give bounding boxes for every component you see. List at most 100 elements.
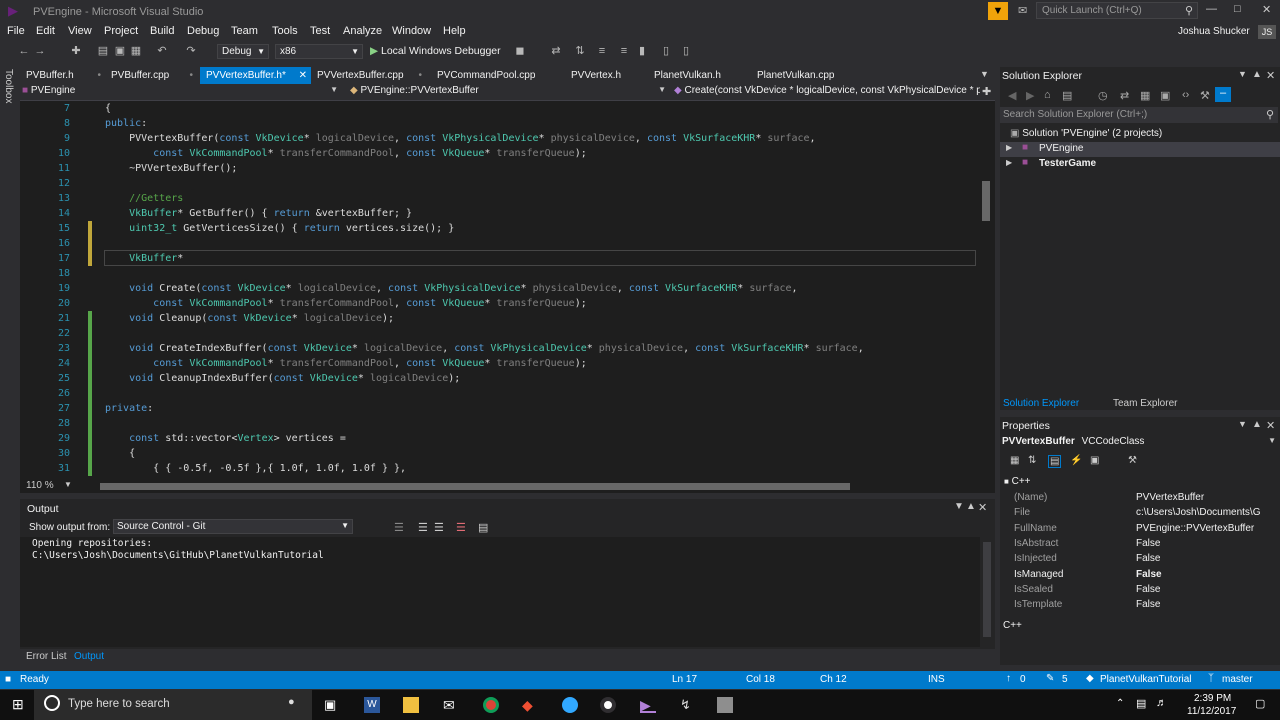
close-icon[interactable]: ✕ bbox=[299, 67, 307, 84]
collapse-icon[interactable]: ▦ bbox=[1140, 89, 1150, 102]
tab-output[interactable]: Output bbox=[74, 651, 104, 662]
properties-category[interactable]: ■ C++ bbox=[1004, 476, 1031, 487]
taskbar-time[interactable]: 2:39 PM bbox=[1194, 693, 1231, 704]
properties-object-select[interactable]: PVVertexBuffer VCCodeClass ▼ bbox=[1002, 436, 1278, 451]
microphone-icon[interactable]: ● bbox=[288, 696, 295, 708]
forward-icon[interactable]: → bbox=[34, 45, 46, 57]
pin-icon[interactable]: ▲ bbox=[966, 501, 976, 512]
network-icon[interactable]: ▤ bbox=[1136, 697, 1146, 710]
branch-icon[interactable]: ᛉ bbox=[1208, 673, 1214, 684]
close-icon[interactable]: ✕ bbox=[978, 501, 987, 514]
property-row[interactable]: FullName PVEngine::PVVertexBuffer bbox=[1014, 521, 1274, 536]
code-line[interactable]: 20 const VkCommandPool* transferCommandP… bbox=[20, 296, 980, 311]
code-line[interactable]: 29 const std::vector<Vertex> vertices = bbox=[20, 431, 980, 446]
comment-icon[interactable]: ≡ bbox=[596, 45, 608, 57]
menu-analyze[interactable]: Analyze bbox=[343, 25, 382, 37]
word-wrap-icon[interactable]: ▤ bbox=[478, 521, 488, 534]
uncomment-icon[interactable]: ≡ bbox=[618, 45, 630, 57]
changes-count[interactable]: 5 bbox=[1062, 674, 1068, 685]
property-row[interactable]: (Name) PVVertexBuffer bbox=[1014, 490, 1274, 505]
tab-error-list[interactable]: Error List bbox=[26, 651, 67, 662]
zoom-dropdown-icon[interactable]: ▼ bbox=[64, 480, 72, 489]
close-icon[interactable]: ✕ bbox=[1266, 419, 1275, 432]
code-editor[interactable]: 7{8 public: 9 PVVertexBuffer(const VkDevic… bbox=[20, 101, 995, 479]
horizontal-scrollbar[interactable] bbox=[80, 483, 960, 491]
sync-icon[interactable]: ⇄ bbox=[1120, 89, 1129, 102]
code-line[interactable]: 24 const VkCommandPool* transferCommandP… bbox=[20, 356, 980, 371]
visual-studio-icon[interactable]: ▶ bbox=[640, 697, 656, 713]
solution-node[interactable]: ▣ Solution 'PVEngine' (2 projects) bbox=[1010, 128, 1162, 139]
step-icon[interactable]: ⇄ bbox=[550, 45, 562, 57]
home-icon[interactable]: ⌂ bbox=[1044, 89, 1051, 101]
code-line[interactable]: 10 const VkCommandPool* transferCommandP… bbox=[20, 146, 980, 161]
vertical-scrollbar[interactable] bbox=[978, 101, 995, 479]
property-row[interactable]: IsTemplate False bbox=[1014, 597, 1274, 612]
member-dropdown[interactable]: ◆ Create(const VkDevice * logicalDevice,… bbox=[674, 85, 980, 99]
preview-icon[interactable]: – bbox=[1215, 87, 1231, 102]
code-line[interactable]: 30 { bbox=[20, 446, 980, 461]
code-line[interactable]: 23 void CreateIndexBuffer(const VkDevice… bbox=[20, 341, 980, 356]
code-line[interactable]: 14 VkBuffer* GetBuffer() { return &verte… bbox=[20, 206, 980, 221]
bookmark-prev-icon[interactable]: ▯ bbox=[660, 45, 672, 57]
feedback-icon[interactable]: ✉ bbox=[1018, 4, 1027, 17]
branch-name[interactable]: master bbox=[1222, 674, 1253, 685]
property-row[interactable]: IsManaged False bbox=[1014, 567, 1274, 582]
code-line[interactable]: 9 PVVertexBuffer(const VkDevice* logical… bbox=[20, 131, 980, 146]
scrollbar-thumb[interactable] bbox=[100, 483, 850, 490]
pin-icon[interactable]: ▲ bbox=[1252, 69, 1262, 80]
close-button[interactable]: ✕ bbox=[1262, 3, 1271, 16]
categorized-icon[interactable]: ▦ bbox=[1010, 455, 1019, 466]
taskbar-search-box[interactable]: Type here to search ● bbox=[34, 690, 312, 720]
tab-planetvulkan-h[interactable]: PlanetVulkan.h bbox=[650, 67, 748, 84]
code-line[interactable]: 25 void CleanupIndexBuffer(const VkDevic… bbox=[20, 371, 980, 386]
repo-icon[interactable]: ◆ bbox=[1086, 673, 1094, 684]
window-position-icon[interactable]: ▼ bbox=[1238, 69, 1247, 79]
minimize-button[interactable]: — bbox=[1206, 3, 1217, 15]
tab-team-explorer[interactable]: Team Explorer bbox=[1113, 398, 1177, 409]
property-pages-icon[interactable]: ▣ bbox=[1090, 455, 1099, 466]
tab-pvvertexbuffer-h[interactable]: PVVertexBuffer.h* ✕ bbox=[200, 67, 311, 84]
scope-dropdown[interactable]: ◆ PVEngine::PVVertexBuffer ▼ bbox=[350, 85, 668, 99]
taskbar-date[interactable]: 11/12/2017 bbox=[1187, 706, 1236, 717]
back-icon[interactable]: ← bbox=[18, 45, 30, 57]
save-all-icon[interactable]: ▦ bbox=[130, 45, 142, 57]
pin-icon[interactable]: ▲ bbox=[1252, 419, 1262, 430]
publish-icon[interactable]: ↑ bbox=[1006, 673, 1011, 684]
chrome-icon[interactable] bbox=[483, 697, 499, 713]
code-line[interactable]: 15 uint32_t GetVerticesSize() { return v… bbox=[20, 221, 980, 236]
obs-icon[interactable] bbox=[600, 697, 616, 713]
menu-team[interactable]: Team bbox=[231, 25, 258, 37]
paint-icon[interactable] bbox=[717, 697, 733, 713]
properties-icon[interactable]: ▤ bbox=[1048, 455, 1062, 468]
window-position-icon[interactable]: ▼ bbox=[1238, 419, 1247, 429]
code-line[interactable]: 11 ~PVVertexBuffer(); bbox=[20, 161, 980, 176]
user-name[interactable]: Joshua Shucker bbox=[1178, 26, 1250, 37]
property-row[interactable]: IsInjected False bbox=[1014, 551, 1274, 566]
back-icon[interactable]: ◀ bbox=[1008, 89, 1016, 102]
repo-name[interactable]: PlanetVulkanTutorial bbox=[1100, 674, 1192, 685]
code-line[interactable]: 8 public: bbox=[20, 116, 980, 131]
maximize-button[interactable]: □ bbox=[1234, 3, 1241, 15]
output-scrollbar[interactable] bbox=[983, 542, 991, 637]
pencil-icon[interactable]: ✎ bbox=[1046, 673, 1054, 684]
menu-edit[interactable]: Edit bbox=[36, 25, 55, 37]
bookmark-icon[interactable]: ▮ bbox=[636, 45, 648, 57]
step-over-icon[interactable]: ⇅ bbox=[574, 45, 586, 57]
task-view-icon[interactable]: ▣ bbox=[324, 697, 340, 713]
history-icon[interactable]: ◷ bbox=[1098, 89, 1108, 102]
tab-pvbuffer-h[interactable]: PVBuffer.h • bbox=[20, 67, 105, 84]
photoshop-icon[interactable] bbox=[562, 697, 578, 713]
open-file-icon[interactable]: ▤ bbox=[97, 45, 109, 57]
code-icon[interactable]: ‹› bbox=[1182, 89, 1189, 101]
project-node-pvengine[interactable]: ▶ ■ PVEngine bbox=[1000, 142, 1280, 157]
switch-views-icon[interactable]: ▤ bbox=[1062, 89, 1072, 102]
code-line[interactable]: 22 bbox=[20, 326, 980, 341]
tab-pvvertexbuffer-cpp[interactable]: PVVertexBuffer.cpp • bbox=[313, 67, 426, 84]
code-line[interactable]: 16 bbox=[20, 236, 980, 251]
code-line[interactable]: 21 void Cleanup(const VkDevice* logicalD… bbox=[20, 311, 980, 326]
menu-project[interactable]: Project bbox=[104, 25, 138, 37]
property-row[interactable]: IsSealed False bbox=[1014, 582, 1274, 597]
browse-icon[interactable]: ◼ bbox=[514, 45, 526, 57]
output-source-select[interactable]: Source Control - Git ▼ bbox=[113, 519, 353, 534]
quick-launch-input[interactable]: Quick Launch (Ctrl+Q) ⚲ bbox=[1036, 2, 1198, 19]
